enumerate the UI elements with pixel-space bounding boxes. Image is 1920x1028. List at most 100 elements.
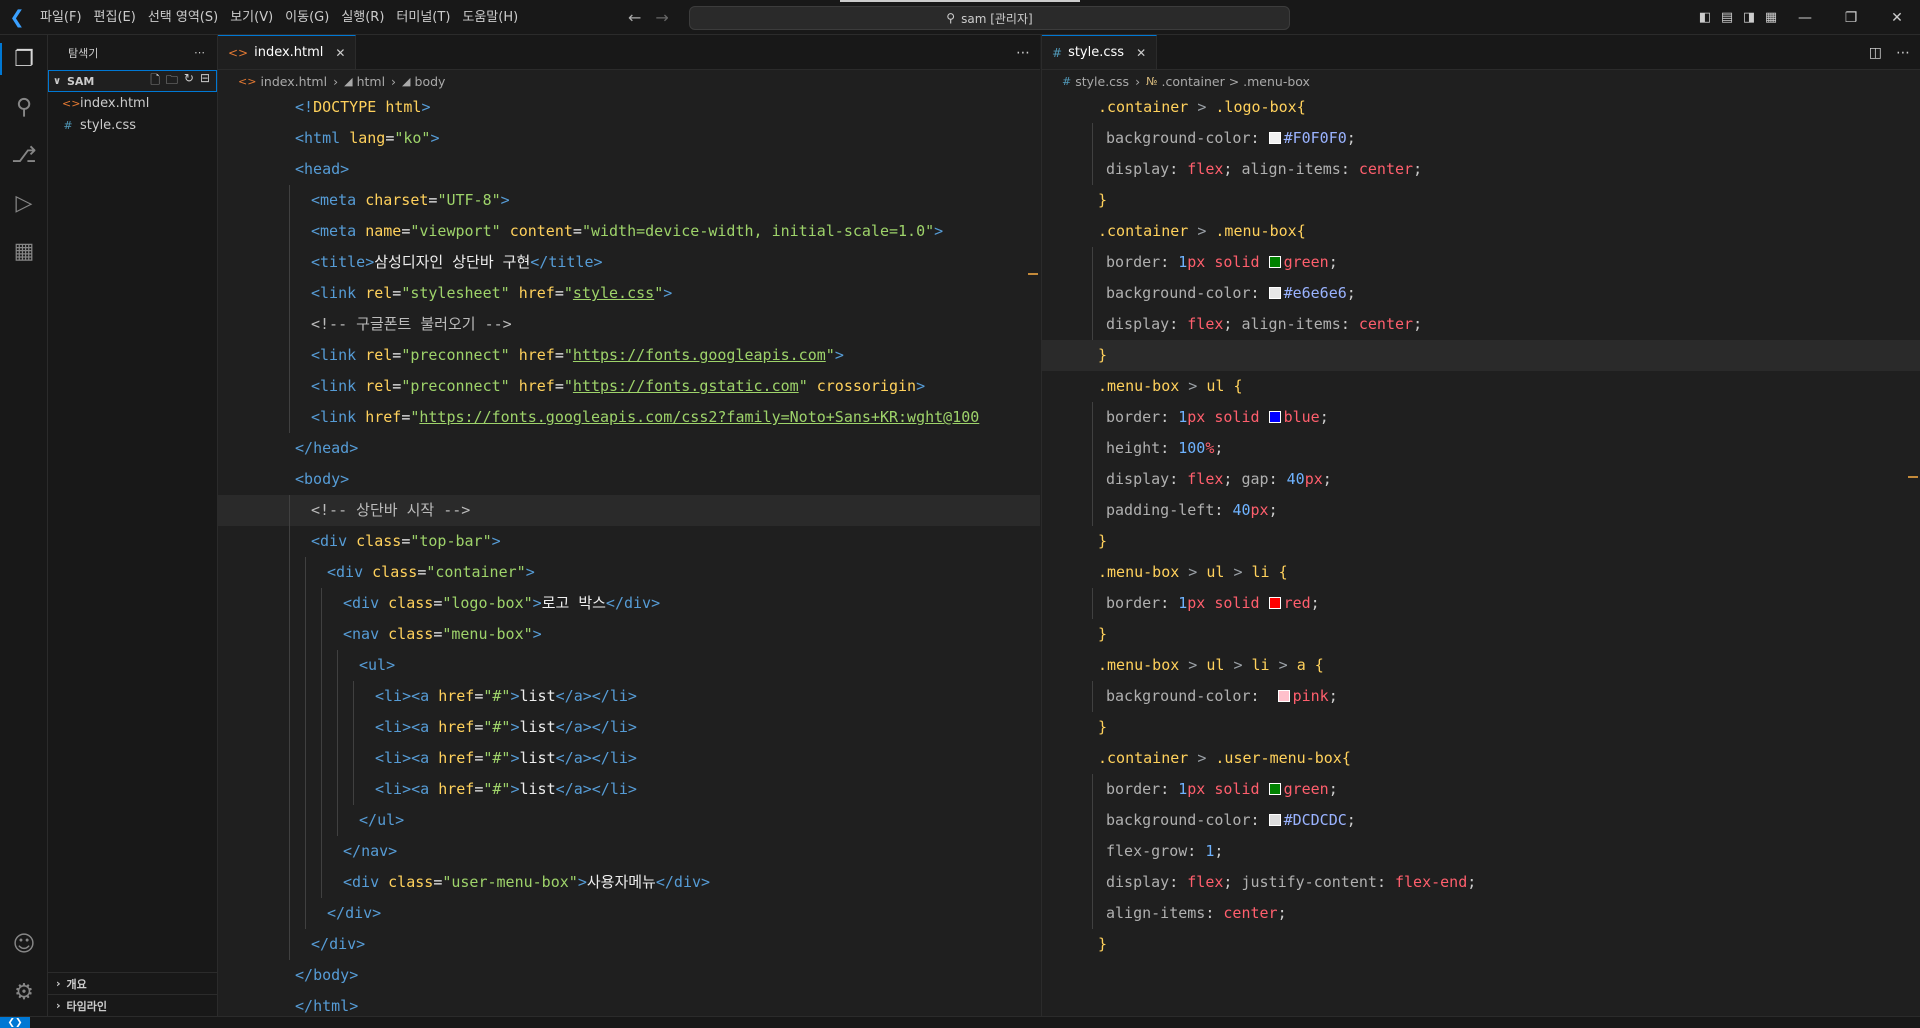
more-actions-icon[interactable]: ⋯ (1016, 45, 1030, 61)
source-control-icon[interactable]: ⎇ (0, 131, 48, 179)
code-token: < (343, 594, 353, 612)
new-folder-icon[interactable]: 🗀 (166, 71, 178, 92)
code-token: div (352, 594, 380, 612)
code-token: > (916, 377, 926, 395)
title-bar: ❮ 파일(F) 편집(E) 선택 영역(S) 보기(V) 이동(G) 실행(R) 터미널(T… (0, 0, 1920, 35)
breadcrumb-item[interactable]: html (357, 74, 385, 89)
code-token: <! (295, 98, 314, 116)
outline-section[interactable]: › 개요 (48, 972, 218, 994)
more-actions-icon[interactable]: ⋯ (1896, 45, 1910, 61)
workspace-folder[interactable]: ∨ SAM 🗋 🗀 ↻ ⊟ (48, 70, 217, 92)
restore-icon[interactable]: ❐ (1828, 0, 1874, 35)
remote-indicator-icon[interactable]: ❮❯ (0, 1017, 30, 1028)
code-token: > (491, 532, 501, 550)
color-swatch[interactable] (1268, 814, 1281, 826)
settings-gear-icon[interactable]: ⚙ (0, 968, 48, 1016)
menu-item[interactable]: 선택 영역(S) (142, 0, 224, 35)
split-editor-icon[interactable]: ◫ (1869, 45, 1882, 61)
code-line: background-color: #DCDCDC; (1042, 805, 1920, 836)
breadcrumb-item[interactable]: .container > .menu-box (1162, 74, 1310, 89)
code-token: href (438, 687, 475, 705)
forward-arrow-icon[interactable]: → (655, 8, 668, 27)
color-swatch[interactable] (1268, 597, 1281, 609)
code-token: > (834, 346, 844, 364)
chevron-right-icon: › (56, 999, 61, 1012)
code-line: .container > .user-menu-box{ (1042, 743, 1920, 774)
color-swatch[interactable] (1268, 287, 1281, 299)
toggle-panel-icon[interactable]: ▤ (1716, 0, 1738, 35)
back-arrow-icon[interactable]: ← (628, 8, 641, 27)
code-token: > (663, 284, 673, 302)
toggle-secondary-sidebar-icon[interactable]: ◨ (1738, 0, 1760, 35)
code-token: < (311, 532, 321, 550)
customize-layout-icon[interactable]: ▦ (1760, 0, 1782, 35)
run-debug-icon[interactable]: ▷ (0, 179, 48, 227)
code-token: nav (361, 842, 389, 860)
status-bar: ❮❯ (0, 1016, 1920, 1028)
color-swatch[interactable] (1277, 690, 1290, 702)
code-token: div (320, 532, 348, 550)
menu-item[interactable]: 편집(E) (88, 0, 142, 35)
breadcrumb-item[interactable]: body (415, 74, 446, 89)
color-swatch[interactable] (1268, 783, 1281, 795)
code-token: html (313, 997, 350, 1015)
code-token: > (1179, 377, 1207, 395)
explorer-title: 탐색기 (68, 46, 99, 60)
extensions-icon[interactable]: ▦ (0, 227, 48, 275)
account-icon[interactable]: ☺ (0, 920, 48, 968)
explorer-icon[interactable]: ❐ (0, 35, 48, 83)
tab-index-html[interactable]: <> index.html ✕ (218, 35, 357, 69)
collapse-all-icon[interactable]: ⊟ (200, 71, 210, 92)
folder-name: SAM (67, 74, 95, 88)
color-swatch[interactable] (1268, 132, 1281, 144)
code-token: list (519, 687, 556, 705)
new-file-icon[interactable]: 🗋 (150, 71, 160, 92)
menu-item[interactable]: 터미널(T) (390, 0, 456, 35)
code-token: = (392, 377, 402, 395)
editor-group-left: <> index.html ✕ ⋯ <> index.html › ◢ html… (218, 35, 1040, 1016)
code-token: a (573, 718, 583, 736)
editor-group-right: # style.css ✕ ◫ ⋯ # style.css › № .conta… (1041, 35, 1920, 1016)
file-item-style-css[interactable]: # style.css (48, 114, 217, 136)
tab-style-css[interactable]: # style.css ✕ (1042, 35, 1158, 69)
code-token: li (384, 687, 403, 705)
code-editor-html[interactable]: <!DOCTYPE html> <html lang="ko"> <head> <me… (218, 92, 1040, 1016)
menu-item[interactable]: 파일(F) (34, 0, 88, 35)
code-token: .menu-box (1098, 656, 1180, 674)
file-item-index-html[interactable]: <> index.html (48, 92, 217, 114)
search-view-icon[interactable]: ⚲ (0, 83, 48, 131)
code-token: > (525, 563, 535, 581)
more-actions-icon[interactable]: ⋯ (194, 46, 205, 59)
command-center-search[interactable]: ⚲ sam [관리자] (689, 6, 1290, 30)
minimize-icon[interactable]: — (1782, 0, 1828, 35)
menu-item[interactable]: 실행(R) (335, 0, 390, 35)
refresh-icon[interactable]: ↻ (184, 71, 194, 92)
color-swatch[interactable] (1268, 256, 1281, 268)
code-token: flex-grow (1106, 842, 1188, 860)
menu-item[interactable]: 보기(V) (224, 0, 279, 35)
code-token: </ (555, 749, 574, 767)
close-window-icon[interactable]: ✕ (1874, 0, 1920, 35)
code-token: ; (1413, 160, 1423, 178)
code-token: </ (295, 997, 314, 1015)
close-tab-icon[interactable]: ✕ (335, 46, 345, 60)
toggle-primary-sidebar-icon[interactable]: ◧ (1694, 0, 1716, 35)
code-token: center (1223, 904, 1278, 922)
timeline-section[interactable]: › 타임라인 (48, 994, 218, 1016)
close-tab-icon[interactable]: ✕ (1136, 46, 1146, 60)
breadcrumb-item[interactable]: style.css (1075, 74, 1129, 89)
code-token: padding-left (1106, 501, 1215, 519)
color-swatch[interactable] (1268, 411, 1281, 423)
menu-item[interactable]: 이동(G) (279, 0, 335, 35)
breadcrumb-item[interactable]: index.html (260, 74, 327, 89)
menu-item[interactable]: 도움말(H) (456, 0, 524, 35)
code-token: "logo-box" (442, 594, 533, 612)
code-token: justify-content (1241, 873, 1377, 891)
code-token: pink (1292, 687, 1329, 705)
code-token: red (1283, 594, 1311, 612)
code-editor-css[interactable]: .container > .logo-box{background-color:… (1042, 92, 1920, 960)
